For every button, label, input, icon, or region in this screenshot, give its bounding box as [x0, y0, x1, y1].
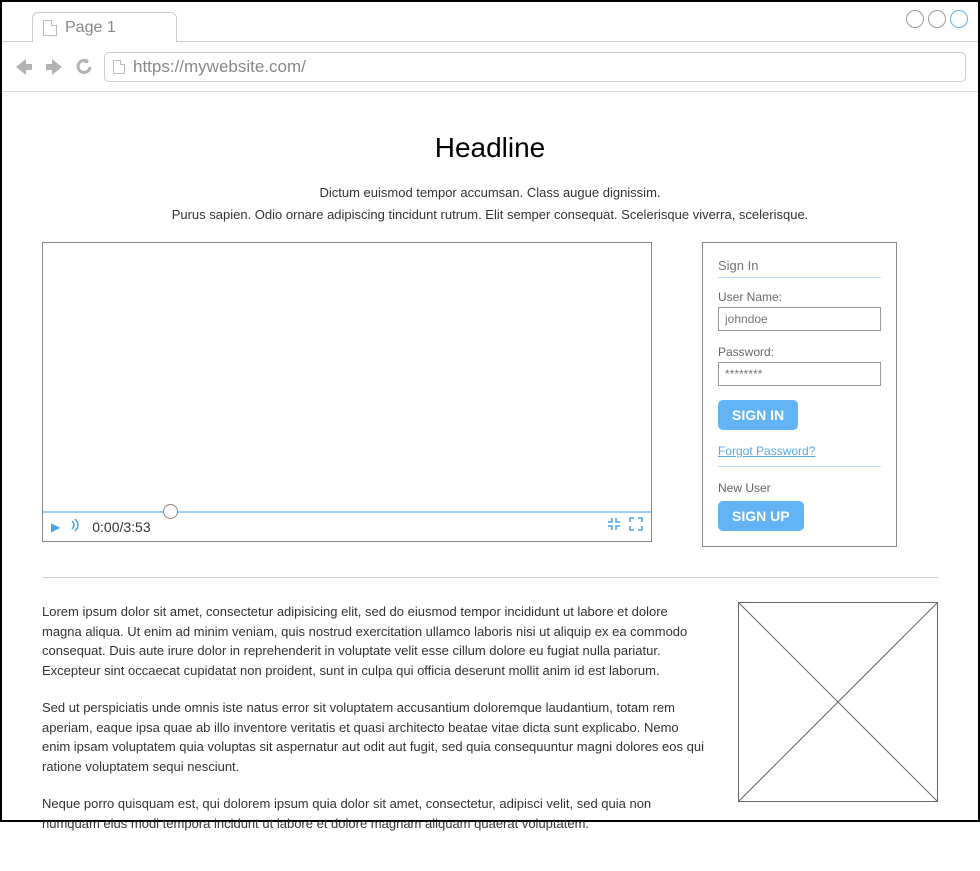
section-divider	[42, 577, 938, 578]
password-input[interactable]	[718, 362, 881, 386]
subhead-line-2: Purus sapien. Odio ornare adipiscing tin…	[42, 204, 938, 226]
video-time: 0:00/3:53	[92, 519, 150, 535]
url-bar[interactable]: https://mywebsite.com/	[104, 52, 966, 82]
page-icon	[113, 60, 125, 74]
page-subhead: Dictum euismod tempor accumsan. Class au…	[42, 182, 938, 226]
url-text: https://mywebsite.com/	[133, 57, 306, 77]
video-area[interactable]	[43, 243, 651, 511]
refresh-button[interactable]	[74, 57, 94, 77]
video-controls: ▶ 0:00/3:53	[43, 511, 651, 541]
window-control-3[interactable]	[950, 10, 968, 28]
window-control-1[interactable]	[906, 10, 924, 28]
window-controls	[906, 10, 968, 28]
video-player[interactable]: ▶ 0:00/3:53	[42, 242, 652, 542]
page-content: Headline Dictum euismod tempor accumsan.…	[2, 92, 978, 871]
seek-thumb[interactable]	[163, 504, 178, 519]
browser-tab-bar: Page 1	[2, 2, 978, 42]
signin-panel: Sign In User Name: Password: SIGN IN For…	[702, 242, 897, 547]
browser-tab[interactable]: Page 1	[32, 12, 177, 42]
divider	[718, 466, 881, 467]
username-input[interactable]	[718, 307, 881, 331]
divider	[718, 277, 881, 278]
forgot-password-link[interactable]: Forgot Password?	[718, 444, 815, 458]
page-icon	[43, 20, 57, 36]
forward-button[interactable]	[44, 57, 64, 77]
back-button[interactable]	[14, 57, 34, 77]
signin-button[interactable]: SIGN IN	[718, 400, 798, 430]
signup-button[interactable]: SIGN UP	[718, 501, 804, 531]
paragraph-1: Lorem ipsum dolor sit amet, consectetur …	[42, 602, 708, 680]
image-placeholder	[738, 602, 938, 802]
volume-icon[interactable]	[70, 518, 80, 535]
subhead-line-1: Dictum euismod tempor accumsan. Class au…	[42, 182, 938, 204]
username-label: User Name:	[718, 290, 881, 304]
password-label: Password:	[718, 345, 881, 359]
shrink-icon[interactable]	[607, 517, 621, 536]
tab-label: Page 1	[65, 19, 116, 37]
paragraph-3: Neque porro quisquam est, qui dolorem ip…	[42, 794, 708, 833]
fullscreen-icon[interactable]	[629, 517, 643, 536]
nav-bar: https://mywebsite.com/	[2, 42, 978, 92]
newuser-label: New User	[718, 481, 881, 495]
seek-track[interactable]	[43, 511, 651, 513]
play-icon[interactable]: ▶	[51, 520, 60, 534]
body-text: Lorem ipsum dolor sit amet, consectetur …	[42, 602, 708, 851]
paragraph-2: Sed ut perspiciatis unde omnis iste natu…	[42, 698, 708, 776]
signin-title: Sign In	[718, 258, 881, 273]
window-control-2[interactable]	[928, 10, 946, 28]
page-headline: Headline	[42, 132, 938, 164]
